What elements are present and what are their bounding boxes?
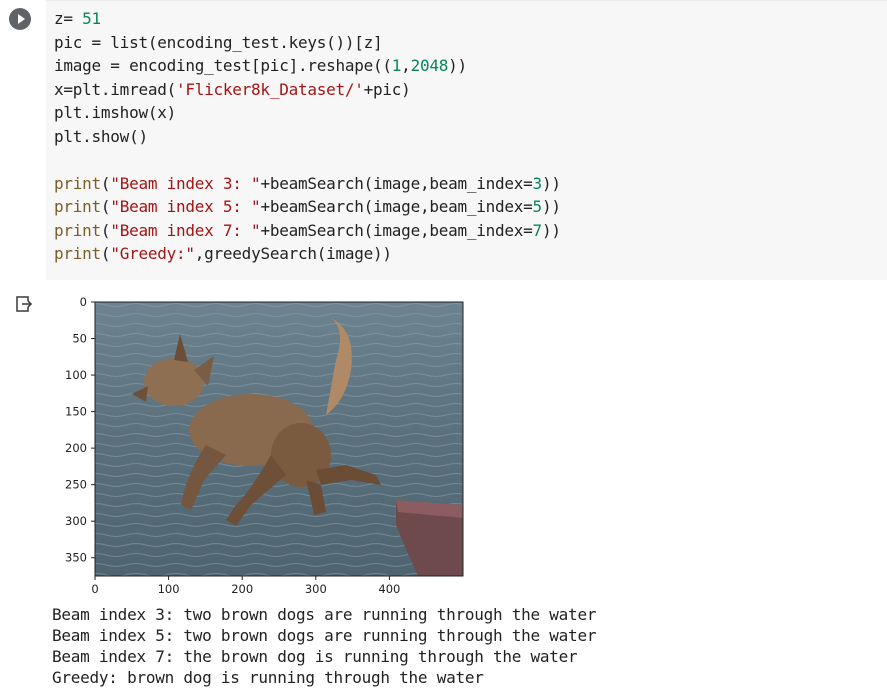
code-token: "Beam index 5: " [110,197,261,216]
output-line: Greedy: brown dog is running through the… [52,668,484,687]
code-token: 5 [532,197,543,216]
code-line: print("Beam index 5: "+beamSearch(image,… [54,195,561,219]
code-cell[interactable]: z= 51 pic = list(encoding_test.keys())[z]… [0,0,887,280]
output-redirect-icon[interactable] [14,294,34,314]
code-token: +beamSearch(image,beam_index= [260,173,533,193]
x-tick-label: 300 [305,582,327,596]
code-token: ,greedySearch(image)) [194,244,392,263]
output-line: Beam index 5: two brown dogs are running… [52,626,597,645]
code-line: print("Beam index 7: "+beamSearch(image,… [54,219,561,243]
code-token: z= [54,9,83,28]
x-tick-label: 400 [378,582,400,596]
code-token: +pic) [363,79,411,99]
y-tick-label: 50 [72,332,87,346]
y-tick-label: 250 [65,478,87,492]
code-token: ( [100,173,111,193]
code-editor[interactable]: z= 51 pic = list(encoding_test.keys())[z]… [46,0,887,280]
y-tick-label: 0 [80,295,87,309]
code-token: +beamSearch(image,beam_index= [260,220,533,240]
x-tick-label: 0 [91,582,98,596]
code-token: plt.show() [54,126,148,146]
code-token: , [401,56,411,75]
code-line: print("Beam index 3: "+beamSearch(image,… [54,172,561,196]
imshow-plot: 0 50 100 150 200 250 300 350 0 100 200 300 400 [65,295,464,596]
cell-gutter [0,0,46,280]
code-token: "Beam index 7: " [110,220,261,240]
y-tick-label: 350 [65,551,87,565]
code-line: image = encoding_test[pic].reshape((1,20… [54,54,561,78]
code-token: pic = list(encoding_test.keys())[z] [54,32,383,52]
code-token: "Greedy:" [110,244,195,263]
code-token: "Beam index 3: " [110,173,261,193]
y-tick-label: 100 [65,368,87,382]
code-token: 'Flicker8k_Dataset/' [175,79,364,99]
image-area [95,302,463,576]
code-token: ( [100,220,111,240]
x-tick-label: 100 [158,582,180,596]
code-token: ( [100,197,111,216]
y-tick-label: 300 [65,514,87,528]
x-tick-label: 200 [231,582,253,596]
code-token: 1 [391,56,402,75]
y-tick-label: 200 [65,441,87,455]
play-icon [18,14,25,24]
cell-output: 0 50 100 150 200 250 300 350 0 100 200 300 400 Beam… [0,280,887,690]
code-token: image = encoding_test[pic].reshape(( [54,56,392,75]
code-token: 2048 [410,56,449,75]
code-token: x=plt.imread( [54,79,176,99]
code-token: 51 [82,9,101,28]
output-line: Beam index 3: two brown dogs are running… [52,605,597,624]
code-line: pic = list(encoding_test.keys())[z] [54,31,561,55]
code-token: )) [541,220,561,240]
code-token: )) [541,197,561,216]
code-line: print("Greedy:",greedySearch(image)) [54,242,561,266]
code-token: print [54,173,101,193]
stdout-text: Beam index 3: two brown dogs are running… [52,604,596,688]
code-line: plt.show() [54,125,561,149]
code-text: z= 51 pic = list(encoding_test.keys())[z]… [54,7,561,266]
run-cell-button[interactable] [9,8,31,30]
code-token: print [54,220,101,240]
y-tick-label: 150 [65,405,87,419]
code-token: ( [100,244,111,263]
code-token: 3 [532,173,543,193]
code-token: print [54,197,101,216]
code-token: )) [541,173,561,193]
code-token: plt.imshow(x) [54,103,176,122]
code-token: +beamSearch(image,beam_index= [260,197,533,216]
x-axis: 0 100 200 300 400 [91,576,400,596]
code-line: x=plt.imread('Flicker8k_Dataset/'+pic) [54,78,561,102]
output-line: Beam index 7: the brown dog is running t… [52,647,578,666]
code-line: plt.imshow(x) [54,101,561,125]
code-token: print [54,244,101,263]
code-token: )) [448,56,467,75]
code-token: 7 [532,220,543,240]
y-axis: 0 50 100 150 200 250 300 350 [65,295,95,565]
code-line: z= 51 [54,7,561,31]
